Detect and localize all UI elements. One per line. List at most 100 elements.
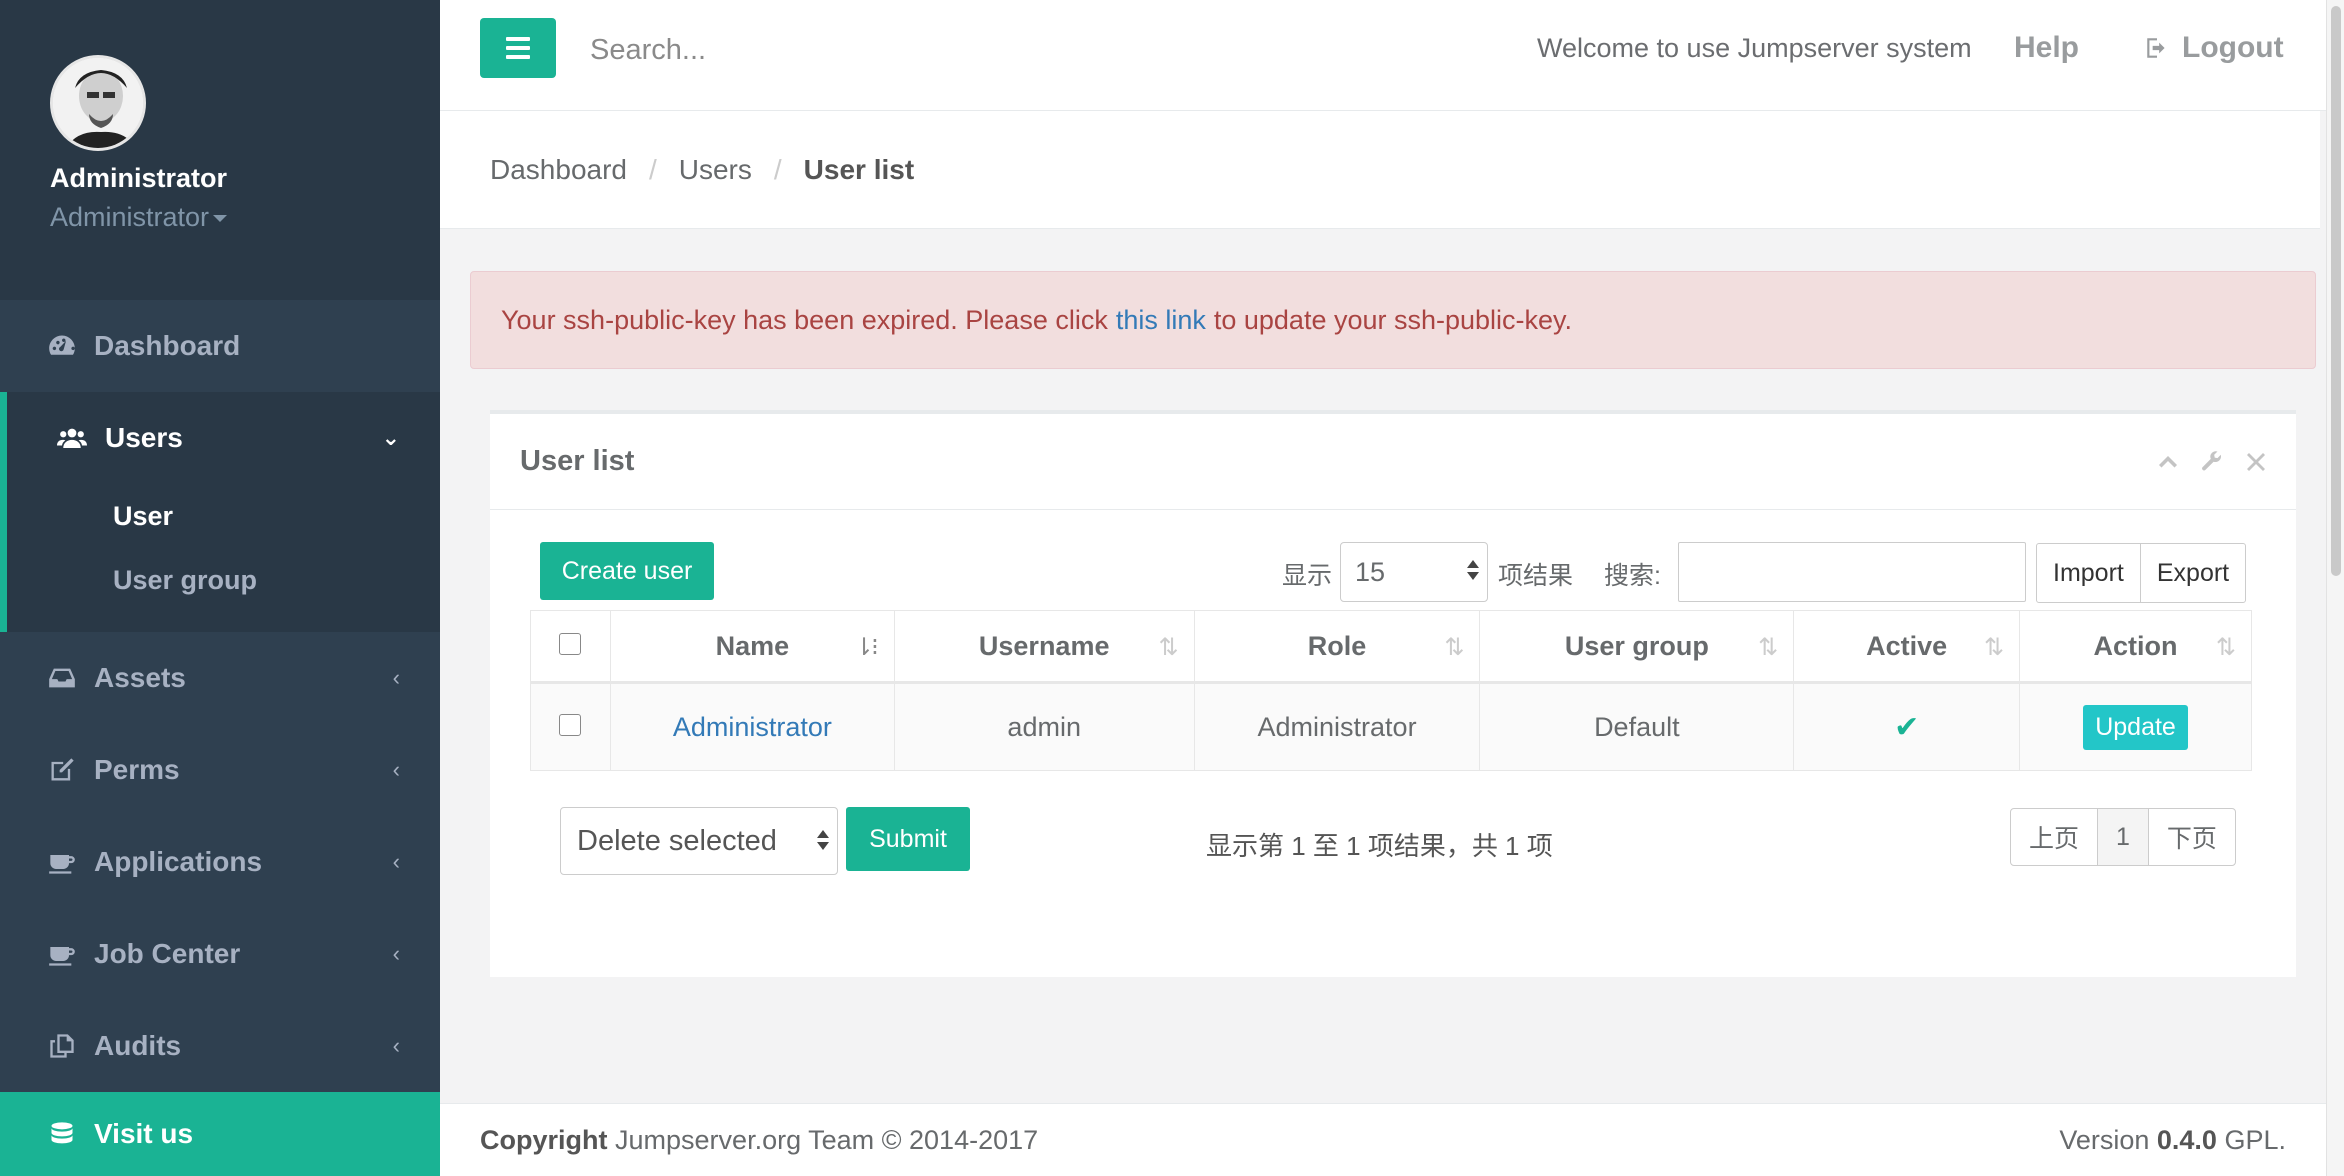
version-number: 0.4.0: [2156, 1124, 2217, 1155]
nav-label: Perms: [94, 754, 180, 785]
copyright-label: Copyright: [480, 1124, 608, 1155]
nav-item-dashboard[interactable]: Dashboard: [0, 300, 440, 392]
logout-link[interactable]: Logout: [2144, 31, 2284, 65]
panel-title: User list: [520, 445, 635, 477]
page-length-select[interactable]: 15: [1340, 542, 1488, 602]
column-label: Name: [715, 630, 790, 661]
profile-role-label: Administrator: [50, 202, 210, 232]
chevron-up-icon[interactable]: [2156, 450, 2180, 474]
footer-copyright: Copyright Jumpserver.org Team © 2014-201…: [480, 1125, 1038, 1156]
avatar[interactable]: [50, 55, 146, 151]
pagination-next[interactable]: 下页: [2149, 809, 2235, 865]
cell-role: Administrator: [1193, 682, 1481, 771]
logout-label: Logout: [2182, 31, 2284, 64]
coffee-icon: [49, 947, 75, 966]
menu-toggle-button[interactable]: [480, 18, 556, 78]
export-button[interactable]: Export: [2141, 544, 2245, 602]
nav-subitem-user[interactable]: User: [7, 484, 440, 548]
edit-icon: [51, 758, 74, 781]
copy-icon: [50, 1034, 74, 1058]
page-scrollbar[interactable]: [2326, 0, 2344, 1176]
sort-icon: ⇅: [1758, 634, 1778, 661]
create-user-button[interactable]: Create user: [540, 542, 714, 600]
column-header-action[interactable]: Action ⇅: [2019, 610, 2252, 684]
import-export-group: Import Export: [2036, 543, 2247, 603]
table-header-row: Name ⇂⁝ Username ⇅ Role ⇅ User group ⇅ Activ…: [530, 610, 2252, 684]
hamburger-icon-bar: [506, 55, 530, 59]
column-header-user-group[interactable]: User group ⇅: [1479, 610, 1795, 684]
nav-item-perms[interactable]: Perms ‹: [0, 724, 440, 816]
user-list-panel: User list Create user 显示 15 项结果 搜索: Impo…: [490, 410, 2296, 977]
nav-label: Dashboard: [94, 330, 241, 361]
sidebar: Administrator Administrator Dashboard Us…: [0, 0, 440, 1176]
breadcrumb-item-users[interactable]: Users: [679, 154, 752, 186]
scrollbar-thumb[interactable]: [2331, 6, 2341, 576]
row-checkbox[interactable]: [559, 713, 582, 736]
profile-name: Administrator: [50, 163, 228, 193]
pagination-page[interactable]: 1: [2098, 809, 2149, 865]
wrench-icon[interactable]: [2200, 450, 2224, 474]
pagination: 上页 1 下页: [2010, 808, 2236, 866]
alert-text-after: to update your ssh-public-key.: [1213, 304, 1573, 335]
nav-label: Visit us: [94, 1118, 194, 1149]
breadcrumb-item-dashboard[interactable]: Dashboard: [490, 154, 627, 186]
page-length-value: 15: [1355, 556, 1386, 587]
alert-text-before: Your ssh-public-key has been expired. Pl…: [501, 304, 1108, 335]
ssh-key-expired-alert: Your ssh-public-key has been expired. Pl…: [470, 271, 2316, 369]
select-all-cell: [530, 610, 611, 684]
cell-name: Administrator: [609, 682, 895, 771]
nav-item-applications[interactable]: Applications ‹: [0, 816, 440, 908]
profile-role-dropdown[interactable]: Administrator: [50, 202, 440, 233]
search-input[interactable]: [590, 28, 1090, 72]
import-button[interactable]: Import: [2037, 544, 2141, 602]
select-all-checkbox[interactable]: [559, 632, 582, 655]
nav-subitem-user-group[interactable]: User group: [7, 548, 440, 612]
column-header-name[interactable]: Name ⇂⁝: [609, 610, 895, 684]
submit-button[interactable]: Submit: [846, 807, 970, 871]
cell-action: Update: [2019, 682, 2252, 771]
nav-label: Assets: [94, 662, 186, 693]
nav-item-visit-us[interactable]: Visit us: [0, 1092, 440, 1176]
column-header-active[interactable]: Active ⇅: [1793, 610, 2021, 684]
chevron-left-icon: ‹: [392, 941, 400, 966]
chevron-left-icon: ‹: [392, 1033, 400, 1058]
column-label: Active: [1866, 630, 1948, 661]
select-arrows-icon: [817, 830, 829, 850]
user-name-link[interactable]: Administrator: [673, 712, 832, 742]
panel-tools: [2156, 450, 2268, 474]
length-label-before: 显示: [1282, 562, 1333, 590]
nav-label: Applications: [94, 846, 263, 877]
column-label: Action: [2093, 630, 2178, 661]
column-label: Role: [1307, 630, 1367, 661]
bulk-action-value: Delete selected: [577, 824, 777, 857]
row-select-cell: [530, 682, 611, 771]
nav-label: Audits: [94, 1030, 182, 1061]
help-link[interactable]: Help: [2014, 31, 2079, 65]
filter-label: 搜索:: [1604, 562, 1661, 590]
top-navbar: Welcome to use Jumpserver system Help Lo…: [440, 0, 2344, 111]
update-button[interactable]: Update: [2083, 704, 2188, 750]
nav-label: Users: [105, 422, 183, 453]
panel-header: User list: [490, 414, 2296, 510]
coffee-icon: [49, 855, 75, 874]
column-header-username[interactable]: Username ⇅: [893, 610, 1195, 684]
bulk-action-select[interactable]: Delete selected: [560, 807, 838, 875]
nav-item-assets[interactable]: Assets ‹: [0, 632, 440, 724]
breadcrumb-current: User list: [803, 153, 915, 185]
user-table: Name ⇂⁝ Username ⇅ Role ⇅ User group ⇅ Activ…: [530, 610, 2252, 771]
caret-down-icon: [213, 215, 228, 223]
chevron-left-icon: ‹: [392, 849, 400, 874]
nav-item-users[interactable]: Users ⌄: [7, 392, 440, 484]
copyright-text: Jumpserver.org Team © 2014-2017: [615, 1124, 1039, 1155]
close-icon[interactable]: [2244, 450, 2268, 474]
cell-username: admin: [893, 682, 1195, 771]
nav-item-job-center[interactable]: Job Center ‹: [0, 908, 440, 1000]
database-icon: [51, 1122, 73, 1144]
pagination-prev[interactable]: 上页: [2011, 809, 2099, 865]
table-row: Administrator admin Administrator Defaul…: [530, 682, 2252, 771]
table-search-input[interactable]: [1678, 542, 2026, 602]
nav-item-audits[interactable]: Audits ‹: [0, 1000, 440, 1092]
breadcrumb: Dashboard / Users / User list: [440, 111, 2320, 229]
update-ssh-key-link[interactable]: this link: [1116, 305, 1206, 336]
column-header-role[interactable]: Role ⇅: [1193, 610, 1481, 684]
